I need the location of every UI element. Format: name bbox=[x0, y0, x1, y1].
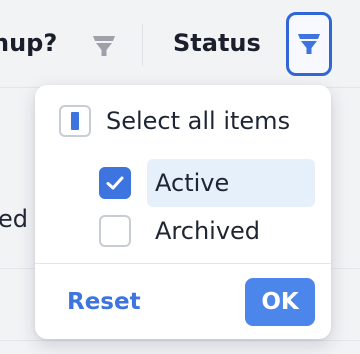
status-filter-button[interactable] bbox=[286, 12, 332, 76]
select-all-label: Select all items bbox=[106, 107, 291, 135]
reset-button[interactable]: Reset bbox=[67, 289, 141, 315]
indeterminate-bar-icon bbox=[71, 112, 79, 130]
status-filter-dropdown: Select all items Active Archived Reset O… bbox=[35, 85, 331, 339]
active-option-highlight: Active bbox=[147, 159, 315, 207]
filter-funnel-icon bbox=[298, 34, 320, 54]
column-filter-button[interactable] bbox=[84, 26, 124, 66]
filter-option-active[interactable]: Active bbox=[99, 159, 315, 207]
archived-checkbox[interactable] bbox=[99, 215, 131, 247]
ok-button[interactable]: OK bbox=[245, 278, 315, 326]
archived-option-label: Archived bbox=[155, 217, 261, 245]
active-option-label: Active bbox=[155, 169, 230, 197]
table-header: nup? Status bbox=[0, 0, 360, 88]
column-title-status: Status bbox=[173, 29, 261, 57]
column-divider bbox=[142, 24, 143, 66]
column-title-truncated: nup? bbox=[0, 29, 58, 57]
dropdown-divider bbox=[35, 263, 331, 264]
checkmark-icon bbox=[106, 176, 124, 190]
row-divider bbox=[0, 340, 360, 341]
select-all-checkbox[interactable] bbox=[59, 105, 91, 137]
select-all-option[interactable]: Select all items bbox=[59, 105, 290, 137]
active-checkbox[interactable] bbox=[99, 167, 131, 199]
filter-funnel-icon bbox=[93, 36, 115, 56]
filter-option-archived[interactable]: Archived bbox=[99, 215, 260, 247]
table-cell-text: ed bbox=[0, 205, 28, 233]
